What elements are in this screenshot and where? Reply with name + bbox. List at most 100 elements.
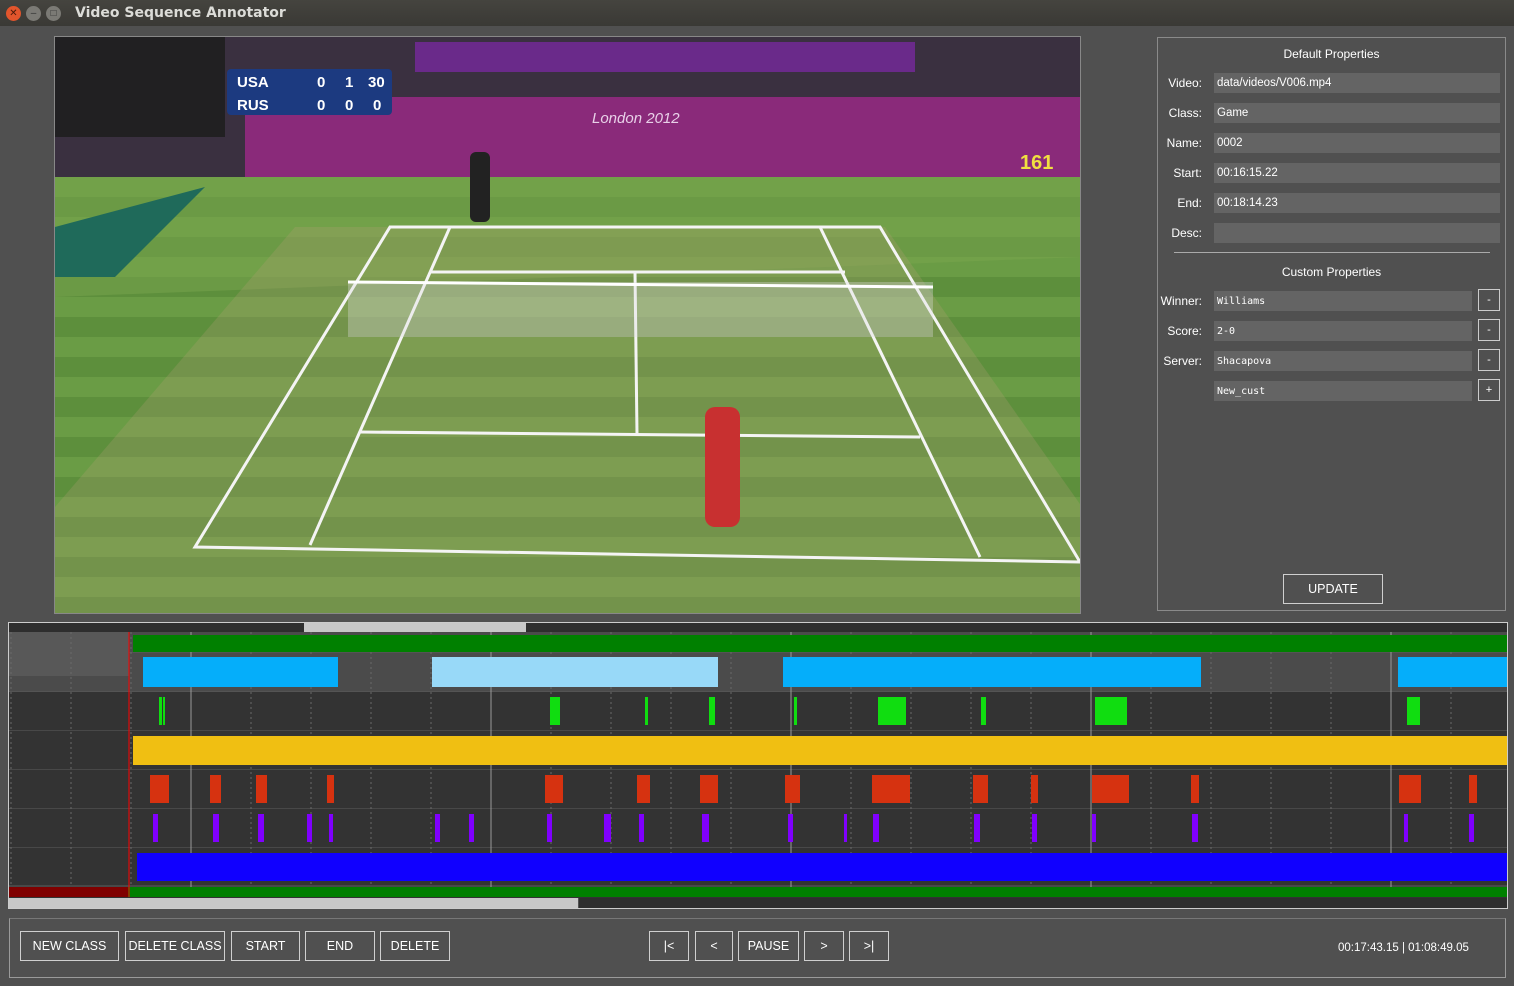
delete-class-button[interactable]: DELETE CLASS <box>125 931 225 961</box>
timeline-scroll-track[interactable] <box>9 623 1507 632</box>
annotation-segment[interactable] <box>702 814 709 842</box>
name-label: Name: <box>1166 136 1202 150</box>
annotation-segment[interactable] <box>133 736 1507 765</box>
annotation-segment[interactable] <box>645 697 648 725</box>
annotation-segment[interactable] <box>550 697 560 725</box>
remove-winner-button[interactable]: - <box>1478 289 1500 311</box>
close-icon[interactable]: ✕ <box>6 5 21 21</box>
player-figure <box>705 407 740 527</box>
timeline-track[interactable] <box>9 770 1507 809</box>
annotation-segment[interactable] <box>1092 814 1096 842</box>
previous-frame-button[interactable]: < <box>695 931 733 961</box>
annotation-segment[interactable] <box>1407 697 1420 725</box>
title-bar: ✕ – □ Video Sequence Annotator <box>0 0 1514 26</box>
annotation-segment[interactable] <box>604 814 611 842</box>
annotation-segment[interactable] <box>700 775 718 803</box>
update-button[interactable]: UPDATE <box>1283 574 1383 604</box>
annotation-segment[interactable] <box>974 814 980 842</box>
annotation-segment[interactable] <box>469 814 474 842</box>
annotation-segment[interactable] <box>1095 697 1127 725</box>
annotation-segment[interactable] <box>547 814 552 842</box>
speed-display: 161 <box>1020 152 1053 174</box>
annotation-segment[interactable] <box>213 814 219 842</box>
annotation-segment[interactable] <box>432 657 718 687</box>
maximize-icon[interactable]: □ <box>46 5 61 21</box>
annotation-segment[interactable] <box>844 814 847 842</box>
end-button[interactable]: END <box>305 931 375 961</box>
annotation-segment[interactable] <box>133 635 1507 652</box>
remove-score-button[interactable]: - <box>1478 319 1500 341</box>
annotation-segment[interactable] <box>878 697 906 725</box>
annotation-segment[interactable] <box>307 814 312 842</box>
annotation-segment[interactable] <box>973 775 988 803</box>
start-label: Start: <box>1173 166 1202 180</box>
annotation-segment[interactable] <box>1398 657 1507 687</box>
next-frame-button[interactable]: > <box>804 931 844 961</box>
annotation-segment[interactable] <box>256 775 267 803</box>
video-player[interactable]: London 2012 USA 0 1 30 RUS 0 0 0 161 <box>54 36 1081 614</box>
annotation-segment[interactable] <box>545 775 563 803</box>
annotation-segment[interactable] <box>137 853 1507 881</box>
annotation-segment[interactable] <box>709 697 715 725</box>
annotation-segment[interactable] <box>794 697 797 725</box>
winner-field[interactable] <box>1214 291 1472 311</box>
first-frame-button[interactable]: |< <box>649 931 689 961</box>
server-field[interactable] <box>1214 351 1472 371</box>
timeline-canvas[interactable] <box>9 623 1507 908</box>
video-field[interactable] <box>1214 73 1500 93</box>
end-field[interactable] <box>1214 193 1500 213</box>
svg-text:30: 30 <box>368 74 385 91</box>
annotation-segment[interactable] <box>150 775 169 803</box>
annotation-segment[interactable] <box>1469 814 1474 842</box>
new-custom-field[interactable] <box>1214 381 1472 401</box>
banner-text: London 2012 <box>592 110 680 127</box>
desc-field[interactable] <box>1214 223 1500 243</box>
timeline-zoom-handle[interactable] <box>304 623 526 632</box>
score-field[interactable] <box>1214 321 1472 341</box>
class-label: Class: <box>1168 106 1202 120</box>
annotation-segment[interactable] <box>872 775 910 803</box>
annotation-segment[interactable] <box>1031 775 1038 803</box>
annotation-segment[interactable] <box>783 657 1201 687</box>
annotation-segment[interactable] <box>143 657 338 687</box>
annotation-segment[interactable] <box>1092 775 1129 803</box>
annotation-segment[interactable] <box>327 775 334 803</box>
timeline-track[interactable] <box>9 809 1507 848</box>
annotation-segment[interactable] <box>785 775 800 803</box>
annotation-segment[interactable] <box>1032 814 1037 842</box>
annotation-segment[interactable] <box>1192 814 1198 842</box>
annotation-segment[interactable] <box>153 814 158 842</box>
annotation-segment[interactable] <box>159 697 162 725</box>
annotation-segment[interactable] <box>788 814 793 842</box>
add-custom-button[interactable]: + <box>1478 379 1500 401</box>
annotation-segment[interactable] <box>210 775 221 803</box>
progress-bar[interactable] <box>9 887 1507 897</box>
annotation-segment[interactable] <box>163 697 165 725</box>
class-field[interactable] <box>1214 103 1500 123</box>
minimize-icon[interactable]: – <box>26 5 41 21</box>
timeline[interactable] <box>8 622 1508 909</box>
delete-button[interactable]: DELETE <box>380 931 450 961</box>
remove-server-button[interactable]: - <box>1478 349 1500 371</box>
start-field[interactable] <box>1214 163 1500 183</box>
annotation-segment[interactable] <box>873 814 879 842</box>
annotation-segment[interactable] <box>1399 775 1421 803</box>
timeline-track[interactable] <box>9 692 1507 731</box>
annotation-segment[interactable] <box>981 697 986 725</box>
name-field[interactable] <box>1214 133 1500 153</box>
annotation-segment[interactable] <box>258 814 264 842</box>
annotation-segment[interactable] <box>329 814 333 842</box>
annotation-segment[interactable] <box>639 814 644 842</box>
annotation-segment[interactable] <box>1469 775 1477 803</box>
annotation-segment[interactable] <box>1191 775 1199 803</box>
annotation-segment[interactable] <box>637 775 650 803</box>
end-row: End: <box>1158 193 1505 213</box>
pause-button[interactable]: PAUSE <box>738 931 799 961</box>
score-label: Score: <box>1167 324 1202 338</box>
last-frame-button[interactable]: >| <box>849 931 889 961</box>
annotation-segment[interactable] <box>435 814 440 842</box>
new-class-button[interactable]: NEW CLASS <box>20 931 119 961</box>
timeline-hscroll-thumb[interactable] <box>9 898 579 908</box>
annotation-segment[interactable] <box>1404 814 1408 842</box>
start-button[interactable]: START <box>231 931 300 961</box>
